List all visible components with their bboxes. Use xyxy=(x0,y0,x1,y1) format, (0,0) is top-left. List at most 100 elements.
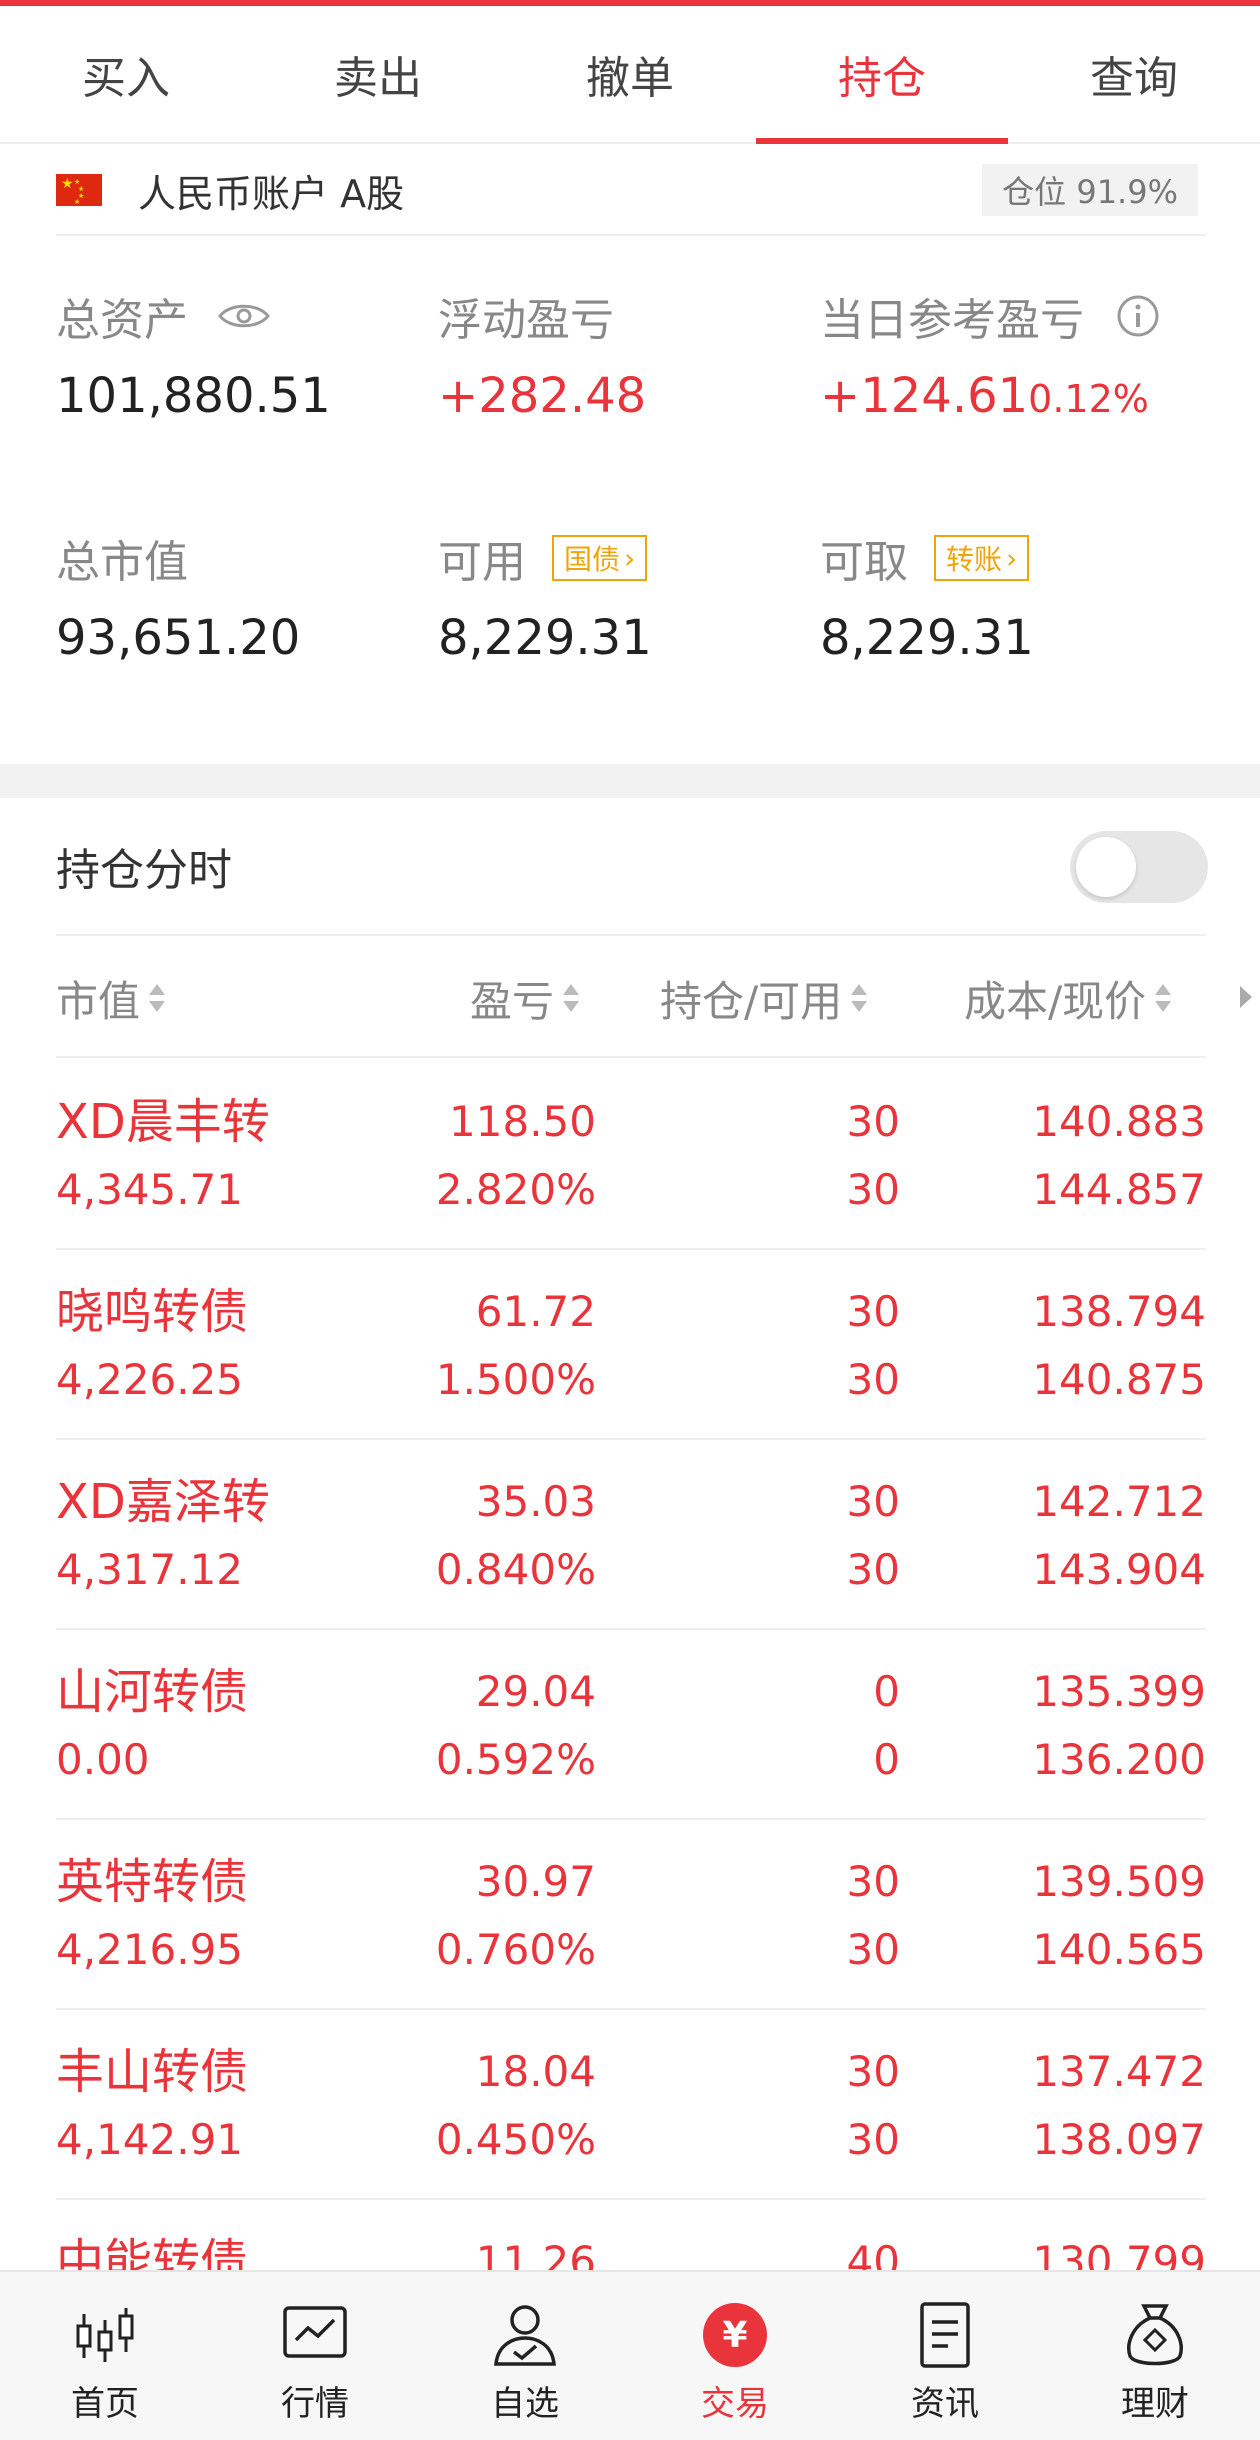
holding-row[interactable]: XD晨丰转 4,345.71 118.50 2.820% 30 30 140.8… xyxy=(56,1060,1206,1250)
market-value-value: 93,651.20 xyxy=(56,610,301,666)
holding-row[interactable]: 晓鸣转债 4,226.25 61.72 1.500% 30 30 138.794… xyxy=(56,1250,1206,1440)
daily-pl-cell: 当日参考盈亏 +124.610.12% xyxy=(820,286,1200,426)
treasury-bond-button[interactable]: 国债 › xyxy=(552,535,648,581)
withdrawable-cell: 可取 转账 › 8,229.31 xyxy=(820,528,1200,668)
holding-row[interactable]: XD嘉泽转 4,317.12 35.03 0.840% 30 30 142.71… xyxy=(56,1440,1206,1630)
user-check-icon xyxy=(494,2305,556,2366)
chevron-right-icon: › xyxy=(1006,541,1018,575)
market-value: 0.00 xyxy=(56,1735,150,1784)
toggle-knob xyxy=(1076,837,1136,897)
bond-name: 晓鸣转债 xyxy=(56,1284,249,1340)
chart-icon xyxy=(283,2306,347,2358)
bond-name: XD晨丰转 xyxy=(56,1094,270,1150)
floating-pl-cell: 浮动盈亏 +282.48 xyxy=(438,286,818,426)
transfer-label: 转账 xyxy=(946,543,1003,576)
cost-price: 138.794 xyxy=(1032,1287,1206,1336)
yuan-icon: ¥ xyxy=(703,2303,767,2367)
money-bag-icon xyxy=(1127,2304,1183,2366)
profit-loss: 11.26 xyxy=(475,2237,596,2270)
cost-price: 137.472 xyxy=(1032,2047,1206,2096)
cost-price: 140.883 xyxy=(1032,1097,1206,1146)
profit-loss-percent: 0.760% xyxy=(435,1925,596,1974)
cost-price: 130.799 xyxy=(1032,2237,1206,2270)
bond-name: XD嘉泽转 xyxy=(56,1474,270,1530)
available-qty: 30 xyxy=(846,1545,900,1594)
market-value: 4,345.71 xyxy=(56,1165,244,1214)
holding-qty: 0 xyxy=(873,1667,900,1716)
trade-tabs: 买入 卖出 撤单 持仓 查询 xyxy=(0,6,1260,144)
nav-trade[interactable]: ¥ 交易 xyxy=(630,2272,840,2440)
holdings-list: XD晨丰转 4,345.71 118.50 2.820% 30 30 140.8… xyxy=(56,1060,1206,2270)
profit-loss-percent: 0.592% xyxy=(435,1735,596,1784)
total-assets-value: 101,880.51 xyxy=(56,368,331,424)
tab-sell[interactable]: 卖出 xyxy=(252,6,504,142)
holding-qty: 30 xyxy=(846,1097,900,1146)
nav-market[interactable]: 行情 xyxy=(210,2272,420,2440)
section-divider xyxy=(0,764,1260,798)
timeshare-toggle[interactable] xyxy=(1070,831,1208,903)
profit-loss: 29.04 xyxy=(475,1667,596,1716)
cost-price: 135.399 xyxy=(1032,1667,1206,1716)
holding-row[interactable]: 中能转债 11.26 40 130.799 xyxy=(56,2200,1206,2270)
nav-wealth-label: 理财 xyxy=(1121,2384,1189,2424)
account-name: 人民币账户 A股 xyxy=(138,171,405,216)
candlestick-icon xyxy=(76,2308,134,2362)
tab-query[interactable]: 查询 xyxy=(1008,6,1260,142)
tab-holdings[interactable]: 持仓 xyxy=(756,6,1008,144)
daily-pl-value: +124.61 xyxy=(820,368,1029,424)
withdrawable-label: 可取 xyxy=(820,537,908,588)
profit-loss-percent: 1.500% xyxy=(435,1355,596,1404)
available-qty: 30 xyxy=(846,1355,900,1404)
holding-row[interactable]: 山河转债 0.00 29.04 0.592% 0 0 135.399 136.2… xyxy=(56,1630,1206,1820)
available-label: 可用 xyxy=(438,537,526,588)
profit-loss-percent: 0.450% xyxy=(435,2115,596,2164)
timeshare-row: 持仓分时 xyxy=(56,798,1208,936)
total-assets-cell: 总资产 101,880.51 xyxy=(56,286,436,426)
available-qty: 30 xyxy=(846,1165,900,1214)
more-columns-arrow-icon[interactable] xyxy=(1236,982,1256,1012)
timeshare-label: 持仓分时 xyxy=(56,845,232,896)
eye-icon[interactable] xyxy=(218,301,270,331)
treasury-bond-label: 国债 xyxy=(564,543,621,576)
sort-market-value[interactable]: 市值 xyxy=(56,938,168,1058)
profit-loss-percent: 2.820% xyxy=(435,1165,596,1214)
bond-name: 英特转债 xyxy=(56,1854,249,1910)
nav-news[interactable]: 资讯 xyxy=(840,2272,1050,2440)
header-market-value: 市值 xyxy=(56,976,141,1026)
asset-summary: 总资产 101,880.51 浮动盈亏 +282.48 当日参考盈亏 +124.… xyxy=(56,236,1206,756)
profit-loss: 118.50 xyxy=(449,1097,596,1146)
holding-qty: 30 xyxy=(846,1477,900,1526)
sort-hold-avail[interactable]: 持仓/可用 xyxy=(660,938,870,1058)
bond-name: 山河转债 xyxy=(56,1664,249,1720)
account-row: ★ ★ ★ ★ ★ 人民币账户 A股 仓位 91.9% xyxy=(56,146,1206,236)
available-qty: 0 xyxy=(873,1735,900,1784)
sort-cost-price[interactable]: 成本/现价 xyxy=(964,938,1174,1058)
available-qty: 30 xyxy=(846,1925,900,1974)
header-cost-price: 成本/现价 xyxy=(964,976,1147,1026)
nav-wealth[interactable]: 理财 xyxy=(1050,2272,1260,2440)
current-price: 136.200 xyxy=(1032,1735,1206,1784)
tab-buy[interactable]: 买入 xyxy=(0,6,252,142)
floating-pl-value: +282.48 xyxy=(438,368,647,424)
chevron-right-icon: › xyxy=(624,541,636,575)
holding-qty: 30 xyxy=(846,1857,900,1906)
transfer-button[interactable]: 转账 › xyxy=(934,535,1030,581)
market-value: 4,216.95 xyxy=(56,1925,244,1974)
sort-pl[interactable]: 盈亏 xyxy=(470,938,582,1058)
position-ratio-badge: 仓位 91.9% xyxy=(982,164,1198,216)
sort-icon xyxy=(851,984,868,1012)
market-value: 4,317.12 xyxy=(56,1545,244,1594)
withdrawable-value: 8,229.31 xyxy=(820,610,1034,666)
holding-row[interactable]: 丰山转债 4,142.91 18.04 0.450% 30 30 137.472… xyxy=(56,2010,1206,2200)
holding-row[interactable]: 英特转债 4,216.95 30.97 0.760% 30 30 139.509… xyxy=(56,1820,1206,2010)
profit-loss-percent: 0.840% xyxy=(435,1545,596,1594)
profit-loss: 61.72 xyxy=(475,1287,596,1336)
info-icon[interactable] xyxy=(1116,294,1160,338)
nav-trade-label: 交易 xyxy=(701,2384,769,2424)
nav-home[interactable]: 首页 xyxy=(0,2272,210,2440)
bond-name: 中能转债 xyxy=(56,2234,249,2270)
market-value: 4,142.91 xyxy=(56,2115,244,2164)
nav-watchlist[interactable]: 自选 xyxy=(420,2272,630,2440)
tab-cancel[interactable]: 撤单 xyxy=(504,6,756,142)
nav-market-label: 行情 xyxy=(281,2384,349,2424)
